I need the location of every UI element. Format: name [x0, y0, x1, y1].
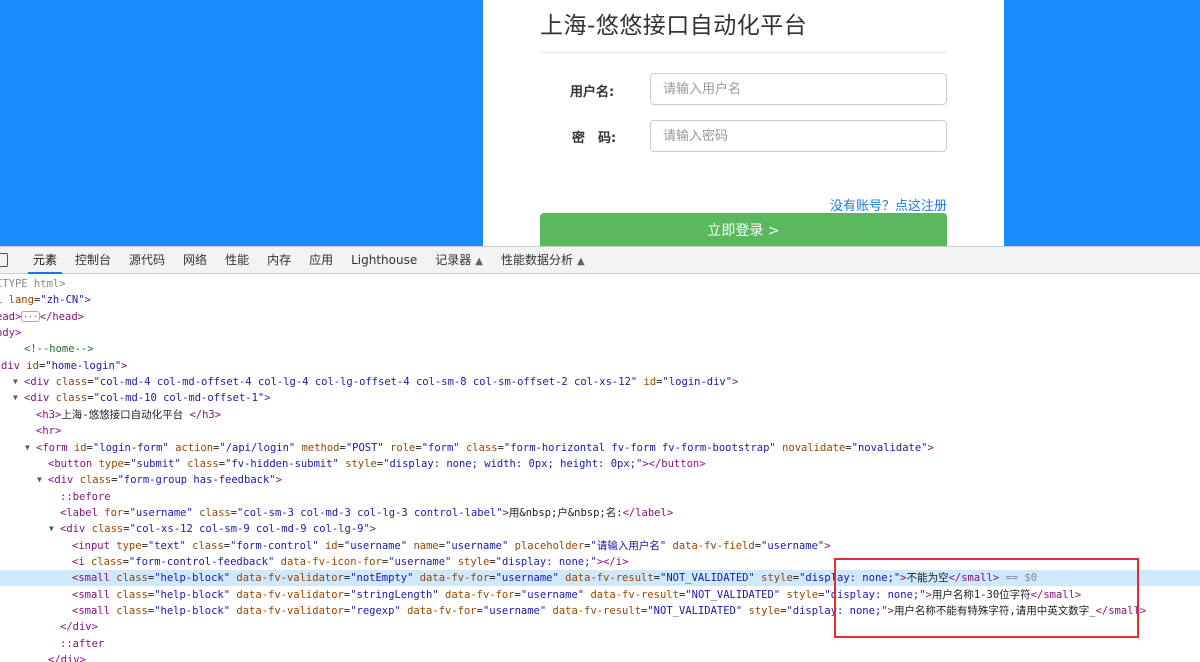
- dom-node-text: <label for="username" class="col-sm-3 co…: [60, 506, 674, 519]
- dom-node-text: l lang="zh-CN">: [0, 294, 91, 307]
- dom-node-text: ::before: [60, 490, 111, 503]
- username-input[interactable]: [650, 73, 947, 105]
- dom-tree-line[interactable]: ▼ <div class="col-md-10 col-md-offset-1">: [0, 390, 1200, 406]
- expand-triangle-icon[interactable]: ▼: [13, 390, 18, 406]
- devtools-tabs: 元素 控制台 源代码 网络 性能 内存 应用 Lighthouse 记录器 ▲ 性能数据分析 ▲: [24, 247, 594, 274]
- expand-triangle-icon[interactable]: ▼: [25, 440, 30, 456]
- dom-node-text: <div class="col-xs-12 col-sm-9 col-md-9 …: [60, 523, 377, 536]
- dom-node-text: <input type="text" class="form-control" …: [72, 539, 831, 552]
- dom-node-text: <div class="col-md-10 col-md-offset-1">: [24, 392, 271, 405]
- devtools-tab-3[interactable]: 网络: [174, 247, 216, 274]
- devtools-tab-2[interactable]: 源代码: [120, 247, 174, 274]
- annotation-highlight-box: [834, 558, 1139, 638]
- dom-node-text: <button type="submit" class="fv-hidden-s…: [48, 457, 706, 470]
- dom-tree-line[interactable]: l lang="zh-CN">: [0, 292, 1200, 308]
- expand-triangle-icon[interactable]: ▼: [37, 472, 42, 488]
- dom-node-text: <form id="login-form" action="/api/login…: [36, 441, 934, 454]
- experimental-flask-icon: ▲: [475, 255, 483, 267]
- dom-node-text: div id="home-login">: [1, 359, 128, 372]
- dom-node-text: <div class="col-md-4 col-md-offset-4 col…: [24, 376, 739, 389]
- inspect-element-icon[interactable]: [0, 253, 8, 267]
- dom-tree-line[interactable]: div id="home-login">: [0, 358, 1200, 374]
- login-card: 上海-悠悠接口自动化平台 用户名: 密 码: 没有账号？点这注册 立即登录 >: [483, 0, 1004, 246]
- dom-tree-line[interactable]: ▼ <form id="login-form" action="/api/logi…: [0, 440, 1200, 456]
- expand-triangle-icon[interactable]: ▼: [13, 374, 18, 390]
- dom-node-text: <i class="form-control-feedback" data-fv…: [72, 555, 629, 568]
- dom-node-text: <hr>: [36, 425, 62, 438]
- dom-tree-line[interactable]: <button type="submit" class="fv-hidden-s…: [0, 456, 1200, 472]
- devtools-tab-9[interactable]: 性能数据分析 ▲: [492, 247, 594, 274]
- dom-tree-line[interactable]: </div>: [0, 652, 1200, 662]
- devtools-tab-8[interactable]: 记录器 ▲: [426, 247, 492, 274]
- devtools-tab-0[interactable]: 元素: [24, 247, 66, 274]
- dom-node-text: ::after: [60, 637, 105, 650]
- username-label: 用户名:: [570, 85, 615, 100]
- dom-node-text: CTYPE html>: [0, 278, 66, 290]
- page-title: 上海-悠悠接口自动化平台: [540, 13, 808, 39]
- devtools-tab-7[interactable]: Lighthouse: [342, 247, 426, 274]
- expand-triangle-icon[interactable]: ▼: [49, 521, 54, 537]
- dom-tree-line[interactable]: ody>: [0, 325, 1200, 341]
- register-link[interactable]: 没有账号？点这注册: [830, 195, 947, 214]
- dom-tree-line[interactable]: ::before: [0, 489, 1200, 505]
- dom-tree-line[interactable]: ▼ <div class="col-xs-12 col-sm-9 col-md-9…: [0, 521, 1200, 537]
- dom-tree-line[interactable]: ::after: [0, 636, 1200, 652]
- dom-tree-line[interactable]: CTYPE html>: [0, 276, 1200, 292]
- devtools-tabbar: 元素 控制台 源代码 网络 性能 内存 应用 Lighthouse 记录器 ▲ 性能数据分析 ▲: [0, 247, 1200, 274]
- password-label: 密 码:: [572, 131, 617, 146]
- dom-node-text: <h3>上海-悠悠接口自动化平台 </h3>: [36, 408, 222, 421]
- dom-node-text: </div>: [48, 654, 86, 662]
- dom-node-text: ody>: [0, 327, 22, 340]
- page-viewport: 上海-悠悠接口自动化平台 用户名: 密 码: 没有账号？点这注册 立即登录 >: [0, 0, 1200, 246]
- dom-tree-line[interactable]: ▼ <div class="col-md-4 col-md-offset-4 co…: [0, 374, 1200, 390]
- dom-node-text: </div>: [60, 621, 98, 634]
- dom-tree-line[interactable]: <input type="text" class="form-control" …: [0, 538, 1200, 554]
- dom-tree-line[interactable]: <label for="username" class="col-sm-3 co…: [0, 505, 1200, 521]
- login-button[interactable]: 立即登录 >: [540, 213, 947, 246]
- experimental-flask-icon: ▲: [576, 255, 585, 267]
- dom-node-text: <div class="form-group has-feedback">: [48, 474, 282, 487]
- dom-tree-line[interactable]: <hr>: [0, 423, 1200, 439]
- dom-tree-line[interactable]: <!--home-->: [0, 341, 1200, 357]
- dom-tree-line[interactable]: ead>···</head>: [0, 309, 1200, 325]
- dom-node-text: ead>···</head>: [0, 310, 85, 323]
- dom-tree-line[interactable]: <h3>上海-悠悠接口自动化平台 </h3>: [0, 407, 1200, 423]
- devtools-tab-5[interactable]: 内存: [258, 247, 300, 274]
- password-input[interactable]: [650, 120, 947, 152]
- dom-node-text: <!--home-->: [24, 343, 94, 356]
- dom-tree-line[interactable]: ▼ <div class="form-group has-feedback">: [0, 472, 1200, 488]
- devtools-tab-4[interactable]: 性能: [216, 247, 258, 274]
- devtools-tab-6[interactable]: 应用: [300, 247, 342, 274]
- devtools-tab-1[interactable]: 控制台: [66, 247, 120, 274]
- title-divider: [540, 52, 947, 53]
